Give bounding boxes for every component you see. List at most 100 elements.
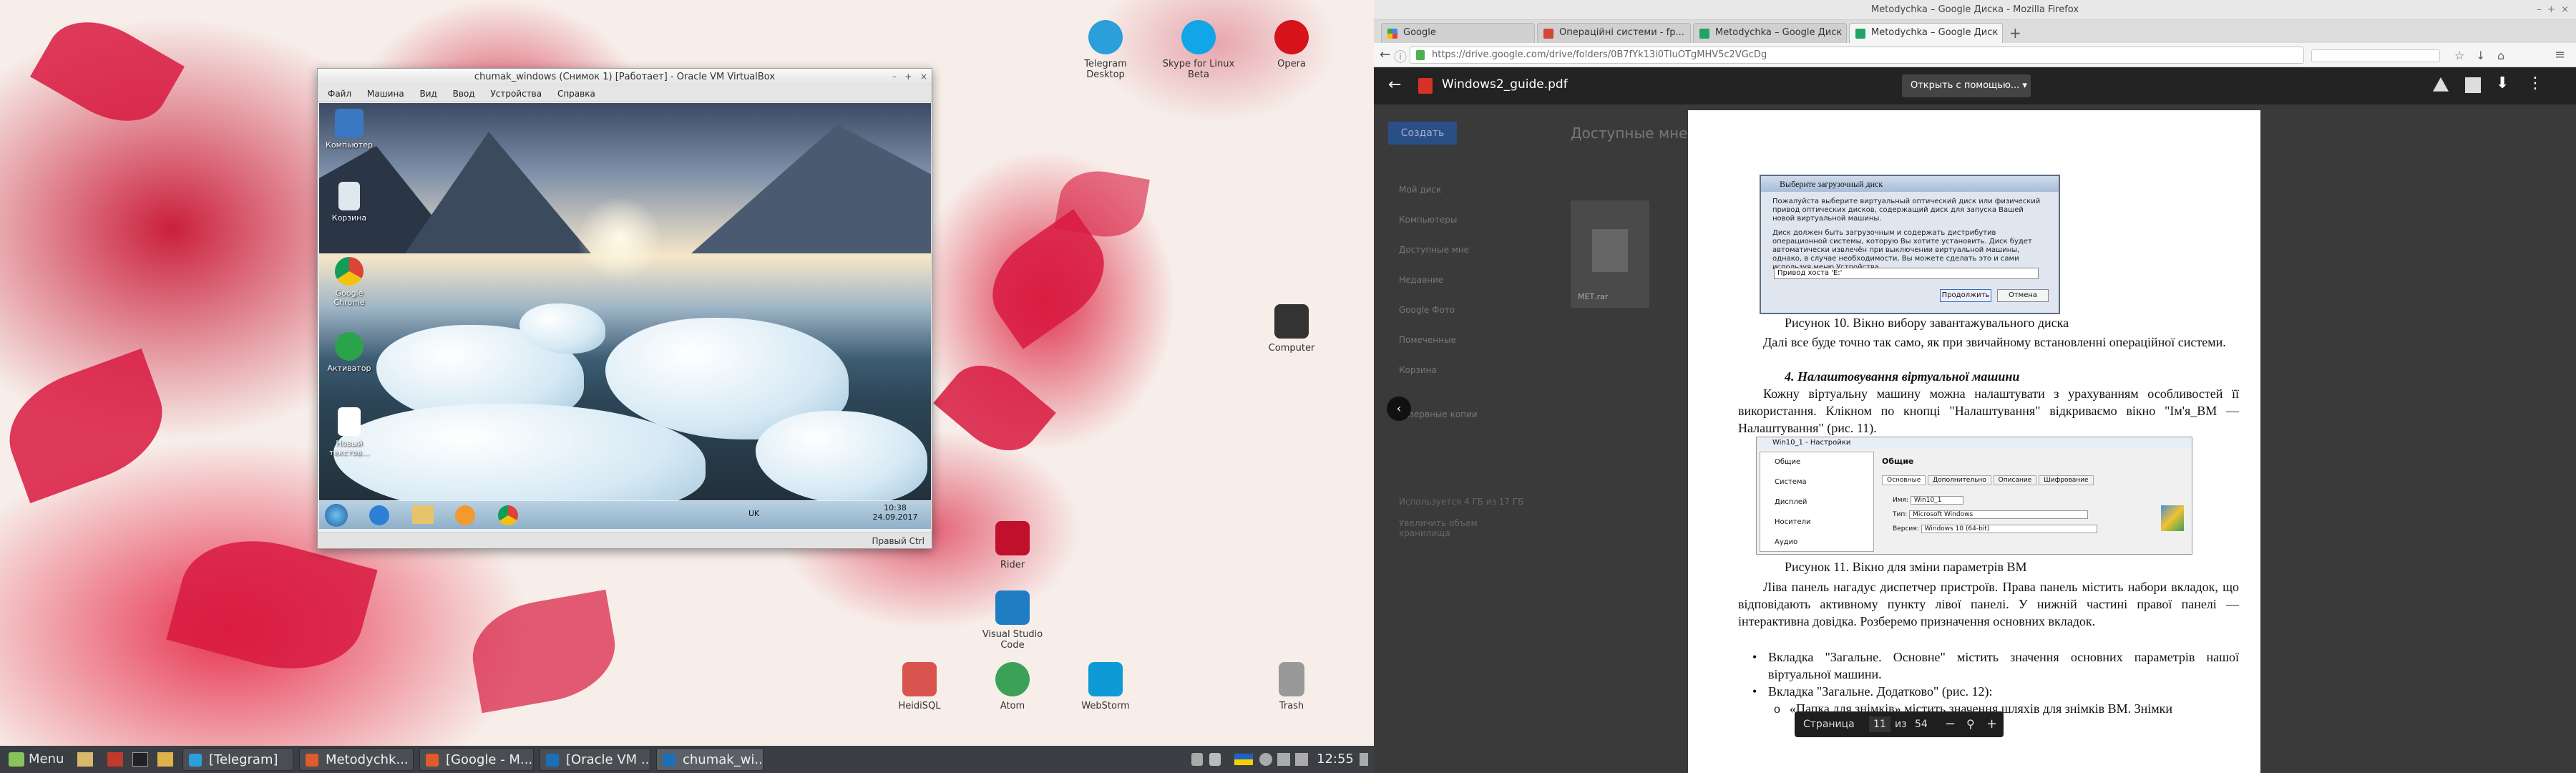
minimize-icon[interactable]: – [892, 72, 897, 82]
window-controls[interactable]: – + × [2537, 0, 2569, 20]
sidebar-backups[interactable]: Резервные копии [1399, 399, 1478, 429]
menu-input[interactable]: Ввод [453, 89, 475, 99]
wifi-icon[interactable] [1277, 753, 1290, 766]
menu-help[interactable]: Справка [557, 89, 595, 99]
sidebar-photos[interactable]: Google Фото [1399, 295, 1478, 325]
guest-language[interactable]: UK [748, 509, 759, 518]
desktop-icon-atom[interactable]: Atom [973, 662, 1052, 711]
info-icon[interactable]: ⓘ [1394, 47, 1407, 66]
desktop-icon-vscode[interactable]: Visual Studio Code [973, 590, 1052, 651]
tab-google[interactable]: Google [1381, 23, 1535, 43]
maximize-icon[interactable]: + [904, 72, 912, 82]
upgrade-storage-link[interactable]: Увеличить объем хранилища [1399, 518, 1485, 538]
page-navigator: Страница 11 из 54 − ⚲ + [1795, 711, 2004, 737]
page-number-input[interactable]: 11 [1869, 716, 1890, 732]
taskbar-telegram[interactable]: [Telegram] [182, 748, 293, 771]
drive-icon [1855, 29, 1865, 39]
taskbar-metodychka[interactable]: Metodychk... [299, 748, 414, 771]
files-icon[interactable] [157, 752, 173, 767]
open-with-button[interactable]: Открыть с помощью... ▾ [1902, 74, 2031, 97]
pdf-toolbar: ← Windows2_guide.pdf Открыть с помощью..… [1374, 67, 2576, 104]
desktop-icon-opera[interactable]: Opera [1252, 20, 1331, 69]
tab-drive-1[interactable]: Metodychka – Google Диск [1693, 23, 1847, 43]
paragraph: Далі все буде точно так само, як при зви… [1763, 335, 2226, 349]
more-options-icon[interactable]: ⋮ [2527, 74, 2543, 92]
back-icon[interactable]: ← [1380, 47, 1390, 62]
menu-file[interactable]: Файл [328, 89, 351, 99]
zoom-out-icon[interactable]: − [1945, 711, 1956, 737]
guest-icon-activator[interactable]: Активатор [321, 332, 378, 373]
guest-desktop[interactable]: Компьютер Корзина Google Chrome Активато… [319, 103, 931, 529]
gmail-icon [1543, 29, 1553, 39]
tab-gmail[interactable]: Операційні системи - fp... [1537, 23, 1691, 43]
volume-icon[interactable] [1295, 753, 1308, 766]
firefox-titlebar: Metodychka – Google Диска - Mozilla Fire… [1374, 0, 2576, 20]
ie-icon[interactable] [369, 505, 389, 525]
drive-heading: Доступные мне [1571, 125, 1688, 142]
print-icon[interactable] [2465, 77, 2481, 93]
ukraine-flag-icon[interactable] [1234, 754, 1253, 765]
menu-view[interactable]: Вид [420, 89, 437, 99]
menu-machine[interactable]: Машина [367, 89, 404, 99]
bluetooth-icon[interactable] [1191, 753, 1203, 766]
terminal-icon[interactable] [132, 752, 148, 767]
shield-icon[interactable] [1209, 753, 1221, 766]
home-icon[interactable]: ⌂ [2497, 49, 2504, 62]
menu-button[interactable]: Menu [4, 746, 64, 773]
taskbar-chumak-windows[interactable]: chumak_wi... [656, 748, 763, 771]
virtualbox-window[interactable]: chumak_windows (Снимок 1) [Работает] - O… [317, 68, 932, 549]
figure-11-dialog: Win10_1 - Настройки Общие Система Диспле… [1756, 437, 2192, 555]
text-file-icon [338, 407, 361, 436]
desktop-icon-heidisql[interactable]: HeidiSQL [880, 662, 959, 711]
back-arrow-icon[interactable]: ← [1388, 76, 1401, 94]
new-tab-icon[interactable]: + [2009, 24, 2021, 42]
hamburger-menu-icon[interactable]: ≡ [2555, 47, 2565, 62]
taskbar-oracle-vm[interactable]: [Oracle VM ... [540, 748, 650, 771]
guest-icon-text-file[interactable]: Новый текстов... [321, 407, 378, 457]
download-icon[interactable]: ⬇ [2496, 74, 2509, 92]
desktop-icon-webstorm[interactable]: WebStorm [1066, 662, 1145, 711]
guest-icon-chrome[interactable]: Google Chrome [321, 257, 378, 307]
close-icon[interactable]: × [920, 72, 927, 82]
desktop-icon-computer[interactable]: Computer [1252, 304, 1331, 354]
previous-file-icon[interactable]: ‹ [1387, 397, 1411, 421]
settings-icon[interactable] [107, 752, 123, 767]
desktop-icon-trash[interactable]: Trash [1252, 662, 1331, 711]
sidebar-computers[interactable]: Компьютеры [1399, 205, 1478, 235]
power-icon[interactable] [1360, 753, 1368, 766]
windows-start-icon[interactable] [325, 504, 348, 527]
desktop-icon-skype[interactable]: Skype for Linux Beta [1159, 20, 1238, 80]
url-bar[interactable]: https://drive.google.com/drive/folders/0… [1410, 47, 2304, 64]
window-controls[interactable]: – + × [892, 72, 927, 82]
drive-file-card[interactable]: МЕТ.rar [1571, 200, 1649, 308]
windows-logo-icon [2161, 505, 2184, 531]
explorer-icon[interactable] [412, 505, 434, 524]
sidebar-my-drive[interactable]: Мой диск [1399, 175, 1478, 205]
media-player-icon[interactable] [455, 505, 475, 525]
show-desktop-icon[interactable] [77, 752, 93, 767]
menu-devices[interactable]: Устройства [490, 89, 542, 99]
firefox-window[interactable]: Metodychka – Google Диска - Mozilla Fire… [1374, 0, 2576, 773]
taskbar-google[interactable]: [Google - M... [419, 748, 534, 771]
zoom-icon[interactable]: ⚲ [1966, 711, 1975, 737]
zoom-in-icon[interactable]: + [1986, 711, 1997, 737]
desktop-icon-telegram[interactable]: Telegram Desktop [1066, 20, 1145, 80]
host-taskbar: Menu [Telegram] Metodychk... [Google - M… [0, 746, 1374, 773]
chrome-icon[interactable] [498, 505, 518, 525]
sidebar-trash[interactable]: Корзина [1399, 355, 1478, 385]
guest-icon-computer[interactable]: Компьютер [321, 109, 378, 150]
create-button[interactable]: Создать [1388, 122, 1457, 145]
sidebar-starred[interactable]: Помеченные [1399, 325, 1478, 355]
section-heading: 4. Налаштовування віртуальної машини [1785, 369, 2020, 384]
search-input[interactable] [2311, 49, 2440, 62]
sidebar-recent[interactable]: Недавние [1399, 265, 1478, 295]
guest-icon-recycle-bin[interactable]: Корзина [321, 182, 378, 223]
clock[interactable]: 12:55 [1317, 746, 1354, 773]
downloads-icon[interactable]: ↓ [2476, 49, 2485, 62]
add-to-drive-icon[interactable] [2433, 77, 2449, 92]
network-icon[interactable] [1259, 753, 1272, 766]
star-icon[interactable]: ☆ [2454, 49, 2464, 62]
tab-drive-2[interactable]: Metodychka – Google Диск [1849, 23, 2003, 43]
sidebar-shared[interactable]: Доступные мне [1399, 235, 1478, 265]
desktop-icon-rider[interactable]: Rider [973, 521, 1052, 570]
